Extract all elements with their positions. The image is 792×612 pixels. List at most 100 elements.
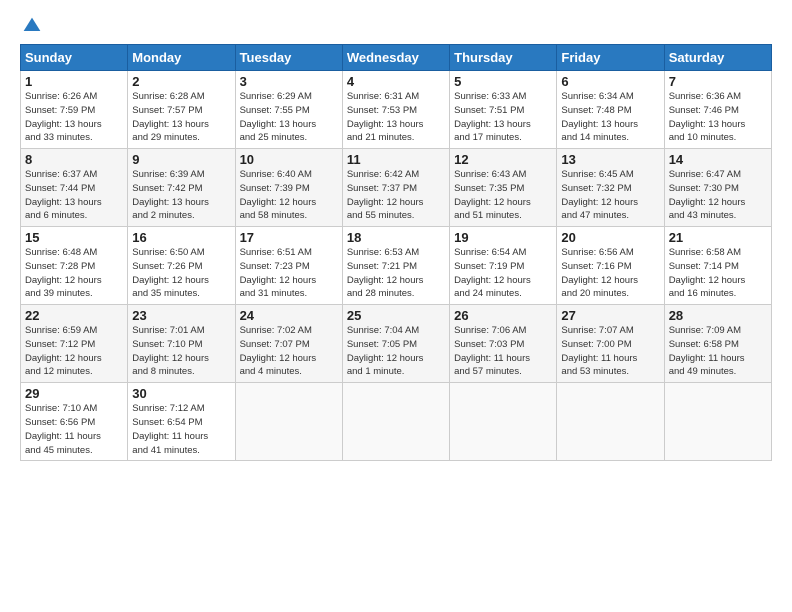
day-info: Sunrise: 6:26 AM Sunset: 7:59 PM Dayligh…: [25, 90, 123, 145]
day-info: Sunrise: 6:40 AM Sunset: 7:39 PM Dayligh…: [240, 168, 338, 223]
day-info: Sunrise: 6:53 AM Sunset: 7:21 PM Dayligh…: [347, 246, 445, 301]
calendar-body: 1Sunrise: 6:26 AM Sunset: 7:59 PM Daylig…: [21, 71, 772, 461]
day-info: Sunrise: 6:37 AM Sunset: 7:44 PM Dayligh…: [25, 168, 123, 223]
calendar-cell: 19Sunrise: 6:54 AM Sunset: 7:19 PM Dayli…: [450, 227, 557, 305]
logo: [20, 16, 42, 36]
day-info: Sunrise: 6:59 AM Sunset: 7:12 PM Dayligh…: [25, 324, 123, 379]
day-number: 30: [132, 386, 230, 401]
calendar-cell: 1Sunrise: 6:26 AM Sunset: 7:59 PM Daylig…: [21, 71, 128, 149]
day-number: 13: [561, 152, 659, 167]
day-number: 22: [25, 308, 123, 323]
calendar-cell: [450, 383, 557, 461]
day-info: Sunrise: 6:54 AM Sunset: 7:19 PM Dayligh…: [454, 246, 552, 301]
header-cell-wednesday: Wednesday: [342, 45, 449, 71]
day-number: 17: [240, 230, 338, 245]
day-info: Sunrise: 7:01 AM Sunset: 7:10 PM Dayligh…: [132, 324, 230, 379]
day-info: Sunrise: 6:34 AM Sunset: 7:48 PM Dayligh…: [561, 90, 659, 145]
day-info: Sunrise: 6:48 AM Sunset: 7:28 PM Dayligh…: [25, 246, 123, 301]
day-info: Sunrise: 7:04 AM Sunset: 7:05 PM Dayligh…: [347, 324, 445, 379]
day-number: 3: [240, 74, 338, 89]
day-info: Sunrise: 6:45 AM Sunset: 7:32 PM Dayligh…: [561, 168, 659, 223]
calendar-cell: 29Sunrise: 7:10 AM Sunset: 6:56 PM Dayli…: [21, 383, 128, 461]
day-number: 24: [240, 308, 338, 323]
day-number: 2: [132, 74, 230, 89]
calendar-cell: 22Sunrise: 6:59 AM Sunset: 7:12 PM Dayli…: [21, 305, 128, 383]
day-number: 4: [347, 74, 445, 89]
day-info: Sunrise: 6:51 AM Sunset: 7:23 PM Dayligh…: [240, 246, 338, 301]
calendar-cell: 14Sunrise: 6:47 AM Sunset: 7:30 PM Dayli…: [664, 149, 771, 227]
day-info: Sunrise: 6:39 AM Sunset: 7:42 PM Dayligh…: [132, 168, 230, 223]
day-number: 23: [132, 308, 230, 323]
header-cell-tuesday: Tuesday: [235, 45, 342, 71]
day-number: 5: [454, 74, 552, 89]
day-info: Sunrise: 6:43 AM Sunset: 7:35 PM Dayligh…: [454, 168, 552, 223]
calendar-week-row: 22Sunrise: 6:59 AM Sunset: 7:12 PM Dayli…: [21, 305, 772, 383]
calendar-cell: 2Sunrise: 6:28 AM Sunset: 7:57 PM Daylig…: [128, 71, 235, 149]
calendar-week-row: 8Sunrise: 6:37 AM Sunset: 7:44 PM Daylig…: [21, 149, 772, 227]
calendar-cell: 3Sunrise: 6:29 AM Sunset: 7:55 PM Daylig…: [235, 71, 342, 149]
calendar-cell: 21Sunrise: 6:58 AM Sunset: 7:14 PM Dayli…: [664, 227, 771, 305]
calendar-cell: 4Sunrise: 6:31 AM Sunset: 7:53 PM Daylig…: [342, 71, 449, 149]
day-info: Sunrise: 6:28 AM Sunset: 7:57 PM Dayligh…: [132, 90, 230, 145]
calendar-cell: 27Sunrise: 7:07 AM Sunset: 7:00 PM Dayli…: [557, 305, 664, 383]
calendar-cell: 15Sunrise: 6:48 AM Sunset: 7:28 PM Dayli…: [21, 227, 128, 305]
calendar-cell: 6Sunrise: 6:34 AM Sunset: 7:48 PM Daylig…: [557, 71, 664, 149]
calendar-cell: 17Sunrise: 6:51 AM Sunset: 7:23 PM Dayli…: [235, 227, 342, 305]
day-info: Sunrise: 6:29 AM Sunset: 7:55 PM Dayligh…: [240, 90, 338, 145]
logo-icon: [22, 16, 42, 36]
calendar-cell: 8Sunrise: 6:37 AM Sunset: 7:44 PM Daylig…: [21, 149, 128, 227]
day-number: 21: [669, 230, 767, 245]
day-info: Sunrise: 6:50 AM Sunset: 7:26 PM Dayligh…: [132, 246, 230, 301]
header-cell-sunday: Sunday: [21, 45, 128, 71]
day-number: 26: [454, 308, 552, 323]
calendar-cell: 11Sunrise: 6:42 AM Sunset: 7:37 PM Dayli…: [342, 149, 449, 227]
day-info: Sunrise: 6:31 AM Sunset: 7:53 PM Dayligh…: [347, 90, 445, 145]
calendar-week-row: 1Sunrise: 6:26 AM Sunset: 7:59 PM Daylig…: [21, 71, 772, 149]
calendar-cell: 7Sunrise: 6:36 AM Sunset: 7:46 PM Daylig…: [664, 71, 771, 149]
day-number: 11: [347, 152, 445, 167]
calendar-cell: [557, 383, 664, 461]
day-info: Sunrise: 6:47 AM Sunset: 7:30 PM Dayligh…: [669, 168, 767, 223]
day-number: 9: [132, 152, 230, 167]
calendar-cell: 18Sunrise: 6:53 AM Sunset: 7:21 PM Dayli…: [342, 227, 449, 305]
day-info: Sunrise: 7:07 AM Sunset: 7:00 PM Dayligh…: [561, 324, 659, 379]
calendar-cell: 16Sunrise: 6:50 AM Sunset: 7:26 PM Dayli…: [128, 227, 235, 305]
day-number: 7: [669, 74, 767, 89]
day-info: Sunrise: 6:58 AM Sunset: 7:14 PM Dayligh…: [669, 246, 767, 301]
calendar-week-row: 29Sunrise: 7:10 AM Sunset: 6:56 PM Dayli…: [21, 383, 772, 461]
day-number: 18: [347, 230, 445, 245]
calendar-cell: [235, 383, 342, 461]
day-number: 6: [561, 74, 659, 89]
calendar-cell: 24Sunrise: 7:02 AM Sunset: 7:07 PM Dayli…: [235, 305, 342, 383]
calendar-cell: 12Sunrise: 6:43 AM Sunset: 7:35 PM Dayli…: [450, 149, 557, 227]
day-info: Sunrise: 6:36 AM Sunset: 7:46 PM Dayligh…: [669, 90, 767, 145]
day-number: 28: [669, 308, 767, 323]
day-number: 25: [347, 308, 445, 323]
calendar-cell: 25Sunrise: 7:04 AM Sunset: 7:05 PM Dayli…: [342, 305, 449, 383]
day-number: 10: [240, 152, 338, 167]
day-info: Sunrise: 7:02 AM Sunset: 7:07 PM Dayligh…: [240, 324, 338, 379]
day-number: 20: [561, 230, 659, 245]
day-number: 14: [669, 152, 767, 167]
calendar-cell: 5Sunrise: 6:33 AM Sunset: 7:51 PM Daylig…: [450, 71, 557, 149]
calendar: SundayMondayTuesdayWednesdayThursdayFrid…: [20, 44, 772, 461]
day-info: Sunrise: 7:12 AM Sunset: 6:54 PM Dayligh…: [132, 402, 230, 457]
header-cell-saturday: Saturday: [664, 45, 771, 71]
calendar-week-row: 15Sunrise: 6:48 AM Sunset: 7:28 PM Dayli…: [21, 227, 772, 305]
header-cell-friday: Friday: [557, 45, 664, 71]
day-number: 15: [25, 230, 123, 245]
calendar-header-row: SundayMondayTuesdayWednesdayThursdayFrid…: [21, 45, 772, 71]
calendar-cell: 9Sunrise: 6:39 AM Sunset: 7:42 PM Daylig…: [128, 149, 235, 227]
calendar-cell: 30Sunrise: 7:12 AM Sunset: 6:54 PM Dayli…: [128, 383, 235, 461]
day-info: Sunrise: 6:42 AM Sunset: 7:37 PM Dayligh…: [347, 168, 445, 223]
calendar-cell: 26Sunrise: 7:06 AM Sunset: 7:03 PM Dayli…: [450, 305, 557, 383]
day-number: 27: [561, 308, 659, 323]
calendar-cell: [664, 383, 771, 461]
day-info: Sunrise: 7:10 AM Sunset: 6:56 PM Dayligh…: [25, 402, 123, 457]
calendar-cell: 23Sunrise: 7:01 AM Sunset: 7:10 PM Dayli…: [128, 305, 235, 383]
day-info: Sunrise: 7:06 AM Sunset: 7:03 PM Dayligh…: [454, 324, 552, 379]
calendar-cell: 20Sunrise: 6:56 AM Sunset: 7:16 PM Dayli…: [557, 227, 664, 305]
header-cell-thursday: Thursday: [450, 45, 557, 71]
calendar-cell: [342, 383, 449, 461]
day-number: 8: [25, 152, 123, 167]
